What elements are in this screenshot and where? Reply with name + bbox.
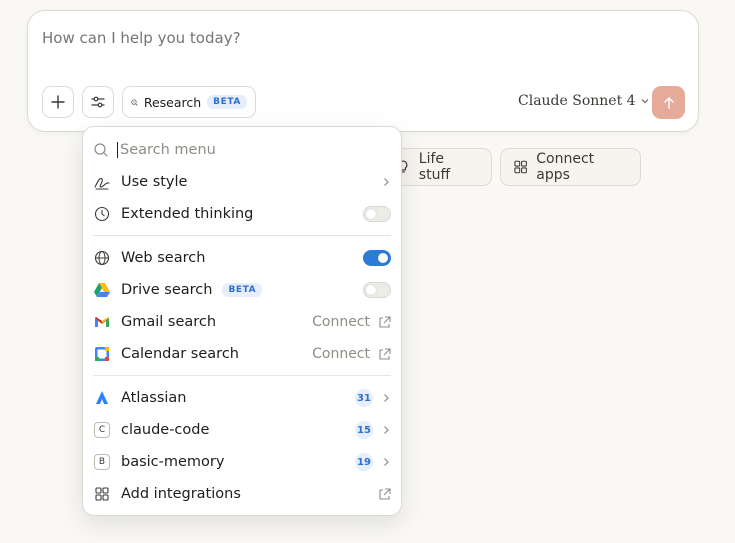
research-beta-badge: BETA: [207, 95, 247, 109]
chevron-right-icon: [384, 394, 389, 402]
gmail-connect-link[interactable]: Connect: [312, 314, 370, 330]
menu-item-gmail-search[interactable]: Gmail search Connect: [93, 310, 391, 334]
add-integrations-label: Add integrations: [121, 486, 241, 502]
google-calendar-icon: [93, 345, 111, 363]
tools-dropdown-menu: Use style Extended thinking Web search D…: [82, 126, 402, 516]
integration-label: claude-code: [121, 422, 210, 438]
menu-item-atlassian[interactable]: Atlassian 31: [93, 386, 391, 410]
web-search-label: Web search: [121, 250, 206, 266]
drive-search-toggle[interactable]: [363, 282, 391, 298]
gmail-icon: [93, 313, 111, 331]
menu-search-input[interactable]: [117, 142, 377, 158]
calendar-search-label: Calendar search: [121, 346, 239, 362]
menu-item-web-search[interactable]: Web search: [93, 246, 391, 270]
menu-item-extended-thinking[interactable]: Extended thinking: [93, 202, 391, 226]
tool-count-badge: 19: [355, 453, 373, 471]
menu-item-drive-search[interactable]: Drive search BETA: [93, 278, 391, 302]
menu-item-calendar-search[interactable]: Calendar search Connect: [93, 342, 391, 366]
chevron-right-icon: [384, 458, 389, 466]
menu-item-add-integrations[interactable]: Add integrations: [93, 482, 391, 506]
grid-icon: [514, 160, 527, 174]
external-link-icon: [379, 315, 391, 328]
integration-label: Atlassian: [121, 390, 187, 406]
extended-thinking-toggle[interactable]: [363, 206, 391, 222]
web-search-toggle[interactable]: [363, 250, 391, 266]
gmail-search-label: Gmail search: [121, 314, 217, 330]
research-label: Research: [143, 94, 202, 110]
connect-apps-label: Connect apps: [536, 151, 595, 183]
prompt-input[interactable]: [42, 29, 642, 47]
external-link-icon: [379, 347, 391, 360]
research-button[interactable]: Research BETA: [122, 86, 256, 118]
external-link-icon: [379, 487, 391, 500]
chevron-right-icon: [384, 426, 389, 434]
tool-count-badge: 15: [355, 421, 373, 439]
menu-divider: [93, 375, 391, 376]
grid-icon: [93, 485, 111, 503]
menu-item-claude-code[interactable]: C claude-code 15: [93, 418, 391, 442]
model-name: Claude Sonnet 4: [518, 93, 636, 109]
model-selector[interactable]: Claude Sonnet 4: [518, 93, 650, 109]
tool-count-badge: 31: [355, 389, 373, 407]
search-icon: [94, 143, 108, 157]
plus-icon: [51, 95, 65, 109]
menu-item-basic-memory[interactable]: B basic-memory 19: [93, 450, 391, 474]
letter-c-icon: C: [94, 422, 110, 438]
clock-icon: [93, 205, 111, 223]
menu-search: [93, 139, 393, 161]
extended-thinking-label: Extended thinking: [121, 206, 254, 222]
life-stuff-label: Life stuff: [418, 151, 451, 183]
globe-icon: [93, 249, 111, 267]
connect-apps-chip[interactable]: Connect apps: [500, 148, 641, 186]
research-search-icon: [131, 98, 138, 106]
drive-beta-badge: BETA: [222, 283, 263, 297]
menu-item-use-style[interactable]: Use style: [93, 170, 391, 194]
sliders-icon: [91, 96, 105, 108]
tools-menu-button[interactable]: [82, 86, 114, 118]
chat-composer: Research BETA Claude Sonnet 4: [27, 10, 699, 132]
arrow-up-icon: [663, 96, 674, 109]
add-attachment-button[interactable]: [42, 86, 74, 118]
send-button[interactable]: [652, 86, 685, 119]
atlassian-icon: [93, 389, 111, 407]
chevron-right-icon: [384, 178, 389, 186]
integration-label: basic-memory: [121, 454, 225, 470]
chevron-down-icon: [641, 99, 649, 104]
calendar-connect-link[interactable]: Connect: [312, 346, 370, 362]
drive-search-label: Drive search: [121, 282, 213, 298]
google-drive-icon: [93, 281, 111, 299]
menu-divider: [93, 235, 391, 236]
use-style-label: Use style: [121, 174, 188, 190]
handwriting-icon: [93, 173, 111, 191]
letter-b-icon: B: [94, 454, 110, 470]
